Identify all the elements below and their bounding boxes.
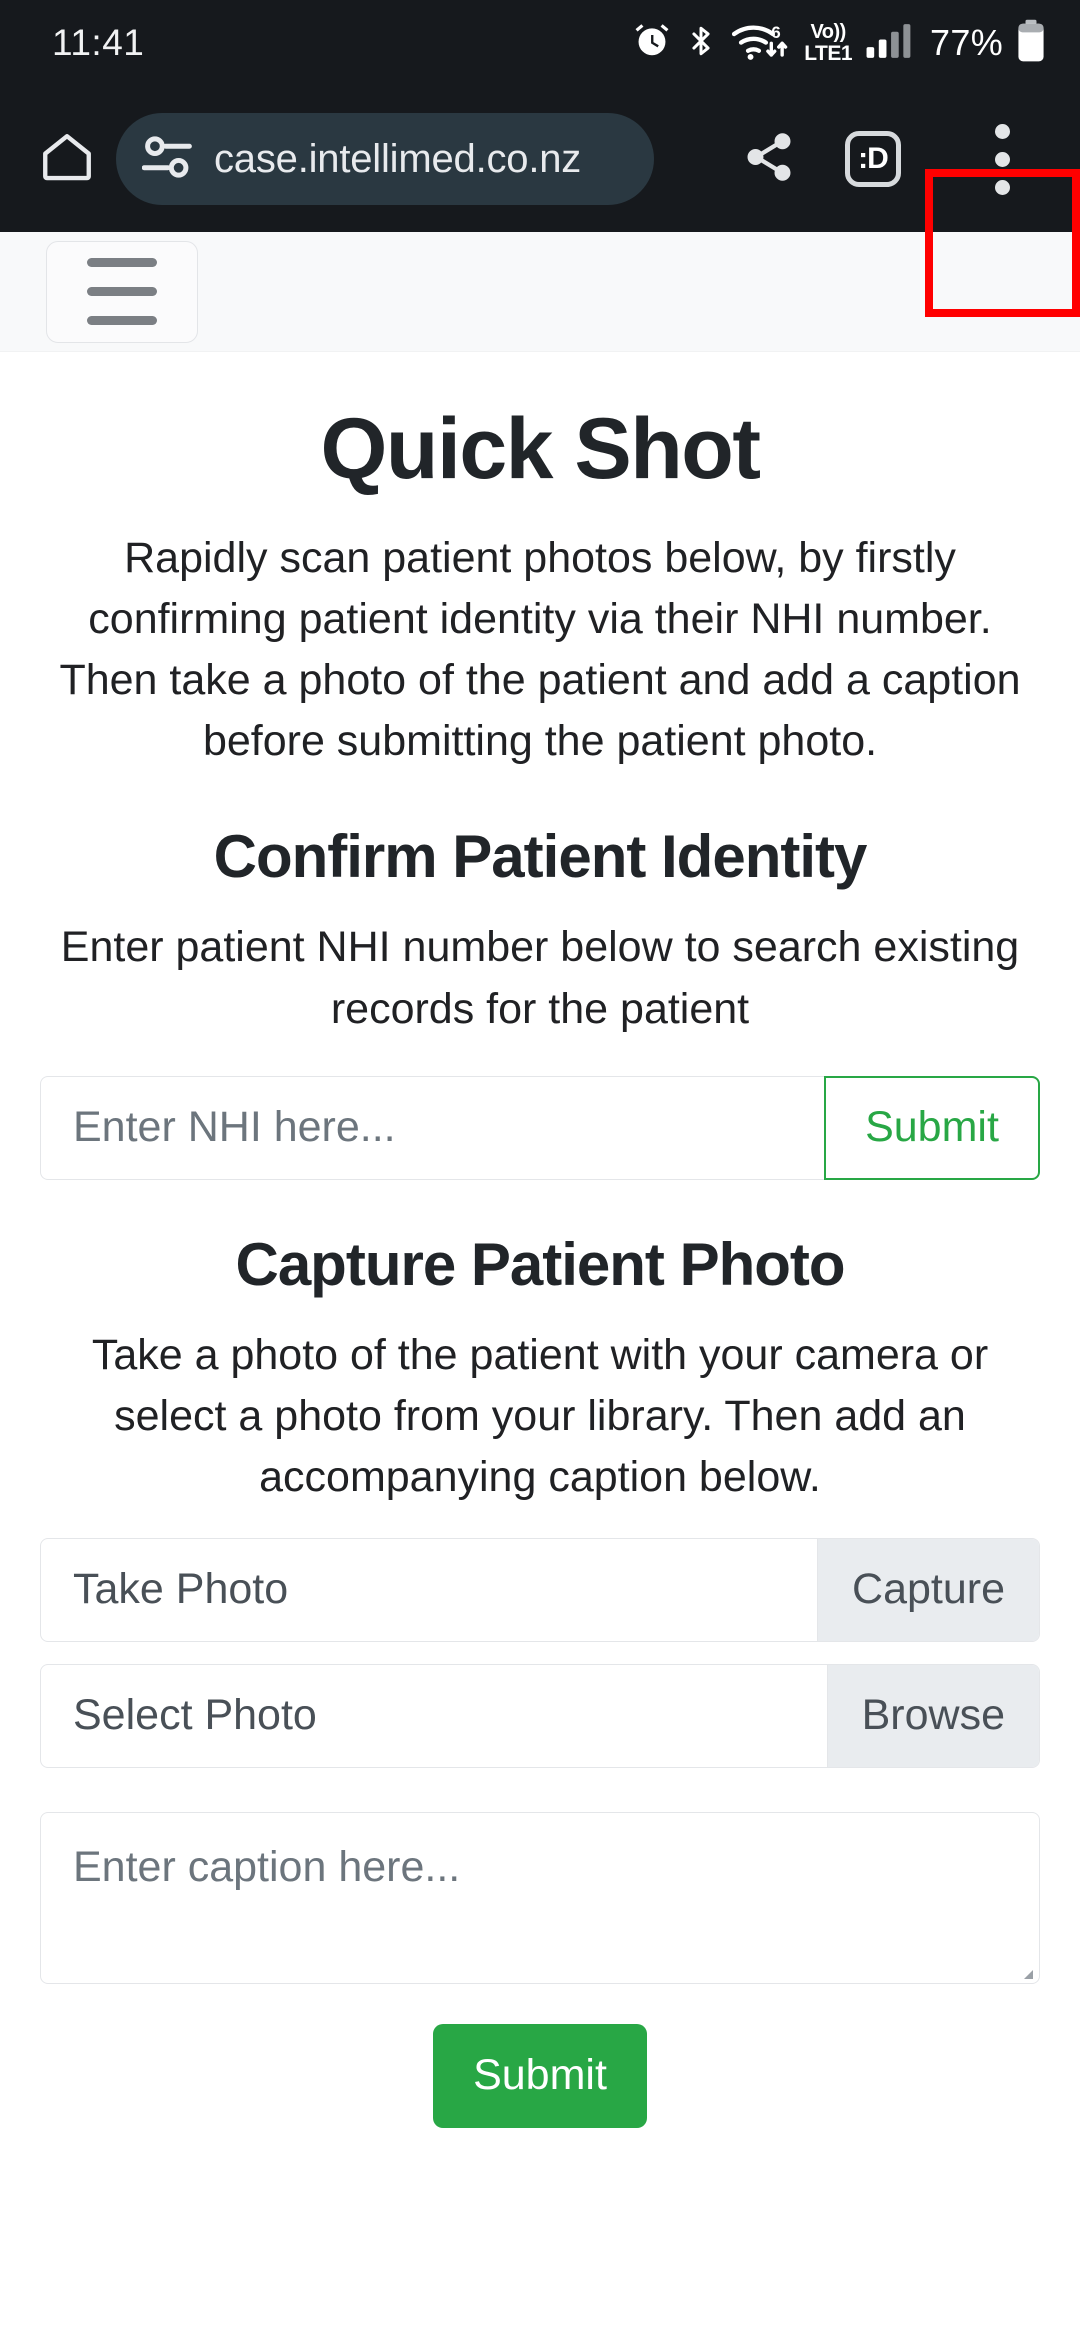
tab-count-label: :D: [858, 142, 889, 175]
site-navbar: [0, 232, 1080, 352]
capture-photo-heading: Capture Patient Photo: [235, 1230, 845, 1298]
photo-submit-button[interactable]: Submit: [433, 2023, 647, 2128]
status-clock: 11:41: [52, 22, 145, 63]
capture-photo-description: Take a photo of the patient with your ca…: [91, 1330, 989, 1501]
status-bar: 11:41 6 Vo)) LTE1 77%: [0, 0, 1080, 86]
tab-switcher-button[interactable]: :D: [821, 107, 925, 211]
wifi-icon: 6: [731, 20, 793, 67]
battery-percent-label: 77%: [930, 22, 1003, 63]
url-bar[interactable]: case.intellimed.co.nz: [116, 113, 654, 205]
main-content: Quick Shot Rapidly scan patient photos b…: [0, 404, 1080, 2128]
url-text: case.intellimed.co.nz: [214, 136, 582, 181]
status-indicators: 6 Vo)) LTE1 77%: [633, 19, 1046, 68]
share-icon: [742, 130, 796, 189]
browse-button[interactable]: Browse: [826, 1664, 1039, 1767]
home-button[interactable]: [28, 120, 106, 198]
confirm-identity-heading: Confirm Patient Identity: [213, 823, 868, 891]
capture-button[interactable]: Capture: [817, 1538, 1039, 1641]
textarea-resize-handle[interactable]: [1024, 1969, 1033, 1979]
battery-icon: [1016, 19, 1046, 68]
alarm-icon: [633, 22, 671, 65]
svg-text:6: 6: [772, 22, 781, 41]
take-photo-label: Take Photo: [73, 1565, 289, 1614]
nhi-submit-button[interactable]: Submit: [824, 1075, 1040, 1180]
page-info-tune-icon[interactable]: [141, 133, 198, 186]
share-button[interactable]: [717, 107, 821, 211]
confirm-identity-description: Enter patient NHI number below to search…: [60, 923, 1020, 1033]
take-photo-input-group[interactable]: Take Photo Capture: [40, 1537, 1040, 1642]
select-photo-label: Select Photo: [73, 1691, 317, 1740]
caption-textarea[interactable]: Enter caption here...: [40, 1811, 1040, 1984]
nhi-input-group: Enter NHI here... Submit: [40, 1075, 1040, 1180]
navbar-toggle-button[interactable]: [46, 240, 198, 343]
page-title: Quick Shot: [320, 401, 761, 497]
volte-icon: Vo)) LTE1: [804, 21, 853, 65]
page-intro-text: Rapidly scan patient photos below, by fi…: [59, 534, 1021, 766]
overflow-menu-icon: [995, 123, 1010, 195]
overflow-menu-button[interactable]: [925, 86, 1080, 232]
hamburger-icon-line: [87, 287, 157, 296]
select-photo-input-group[interactable]: Select Photo Browse: [40, 1663, 1040, 1768]
tab-counter-icon: :D: [845, 131, 901, 187]
browser-toolbar: case.intellimed.co.nz :D: [0, 86, 1080, 317]
bluetooth-icon: [684, 21, 718, 66]
hamburger-icon-line: [87, 316, 157, 325]
home-icon: [38, 128, 96, 191]
signal-icon: [865, 22, 911, 65]
submit-row: Submit: [40, 2023, 1040, 2128]
caption-placeholder-text: Enter caption here...: [73, 1842, 461, 1891]
hamburger-icon-line: [87, 258, 157, 267]
nhi-input[interactable]: Enter NHI here...: [40, 1075, 824, 1180]
